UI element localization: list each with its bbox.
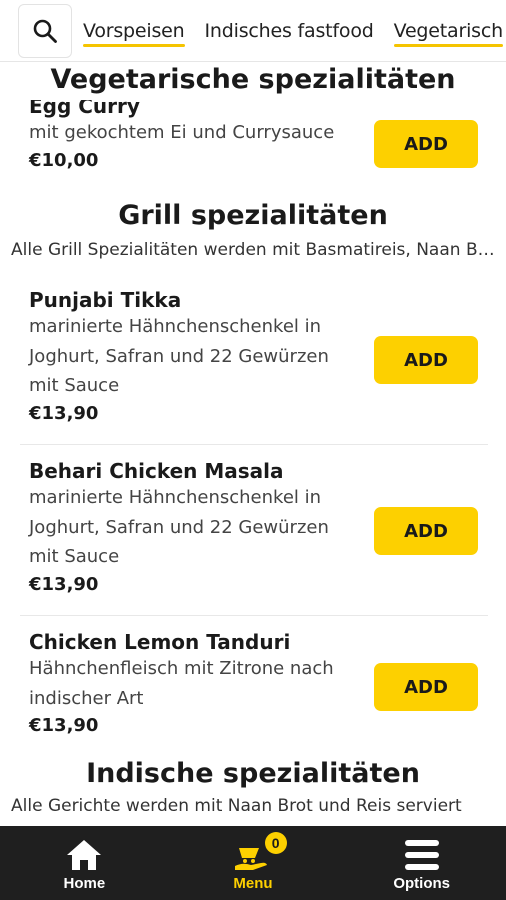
item-name: Chicken Lemon Tanduri	[29, 630, 291, 654]
menu-content[interactable]: Vegetarische spezialitäten Egg Curry mit…	[0, 62, 506, 826]
tab-vorspeisen[interactable]: Vorspeisen	[83, 14, 185, 47]
item-description: marinierte Hähnchenschenkel in Joghurt, …	[29, 316, 329, 396]
sticky-section-title: Vegetarische spezialitäten	[0, 62, 506, 100]
section-title-grill: Grill spezialitäten	[118, 200, 388, 231]
item-name: Punjabi Tikka	[29, 288, 182, 312]
bottom-navigation: Home 0 Menu Options	[0, 826, 506, 900]
nav-options-label: Options	[393, 875, 451, 892]
search-button[interactable]	[18, 3, 72, 58]
category-bar: Vorspeisen Indisches fastfood Vegetarisc…	[0, 0, 506, 62]
section-subtitle-grill: Alle Grill Spezialitäten werden mit Basm…	[11, 240, 495, 260]
tab-indisches-fastfood[interactable]: Indisches fastfood	[205, 14, 374, 47]
item-price: €13,90	[29, 402, 99, 424]
add-button[interactable]: ADD	[374, 507, 478, 555]
item-description: Hähnchenfleisch mit Zitrone nach indisch…	[29, 658, 334, 709]
home-icon	[67, 840, 102, 870]
nav-menu-label: Menu	[233, 875, 273, 892]
tab-vegetarisch[interactable]: Vegetarisch	[393, 14, 504, 47]
item-name: Behari Chicken Masala	[29, 459, 284, 483]
item-price: €13,90	[29, 573, 99, 595]
add-button[interactable]: ADD	[374, 663, 478, 711]
cart-count-badge: 0	[264, 832, 287, 854]
section-title-indian: Indische spezialitäten	[86, 758, 420, 789]
add-button[interactable]: ADD	[374, 336, 478, 384]
hamburger-menu-icon	[404, 840, 439, 870]
nav-menu[interactable]: 0 Menu	[169, 826, 338, 900]
item-description: marinierte Hähnchenschenkel in Joghurt, …	[29, 487, 329, 567]
menu-item-egg-curry: Egg Curry mit gekochtem Ei und Currysauc…	[20, 94, 488, 171]
section-subtitle-indian: Alle Gerichte werden mit Naan Brot und R…	[11, 796, 462, 816]
item-price: €13,90	[29, 715, 99, 736]
nav-home[interactable]: Home	[0, 826, 169, 900]
search-icon	[33, 19, 57, 43]
nav-options[interactable]: Options	[337, 826, 506, 900]
menu-item-punjabi-tikka: Punjabi Tikka marinierte Hähnchenschenke…	[20, 288, 488, 424]
category-tabs: Vorspeisen Indisches fastfood Vegetarisc…	[83, 14, 506, 47]
nav-home-label: Home	[63, 875, 106, 892]
item-description: mit gekochtem Ei und Currysauce	[29, 122, 335, 143]
add-button[interactable]: ADD	[374, 120, 478, 168]
divider	[20, 615, 488, 616]
divider	[20, 444, 488, 445]
menu-item-chicken-lemon-tanduri: Chicken Lemon Tanduri Hähnchenfleisch mi…	[20, 630, 488, 736]
menu-item-behari-chicken-masala: Behari Chicken Masala marinierte Hähnche…	[20, 459, 488, 595]
